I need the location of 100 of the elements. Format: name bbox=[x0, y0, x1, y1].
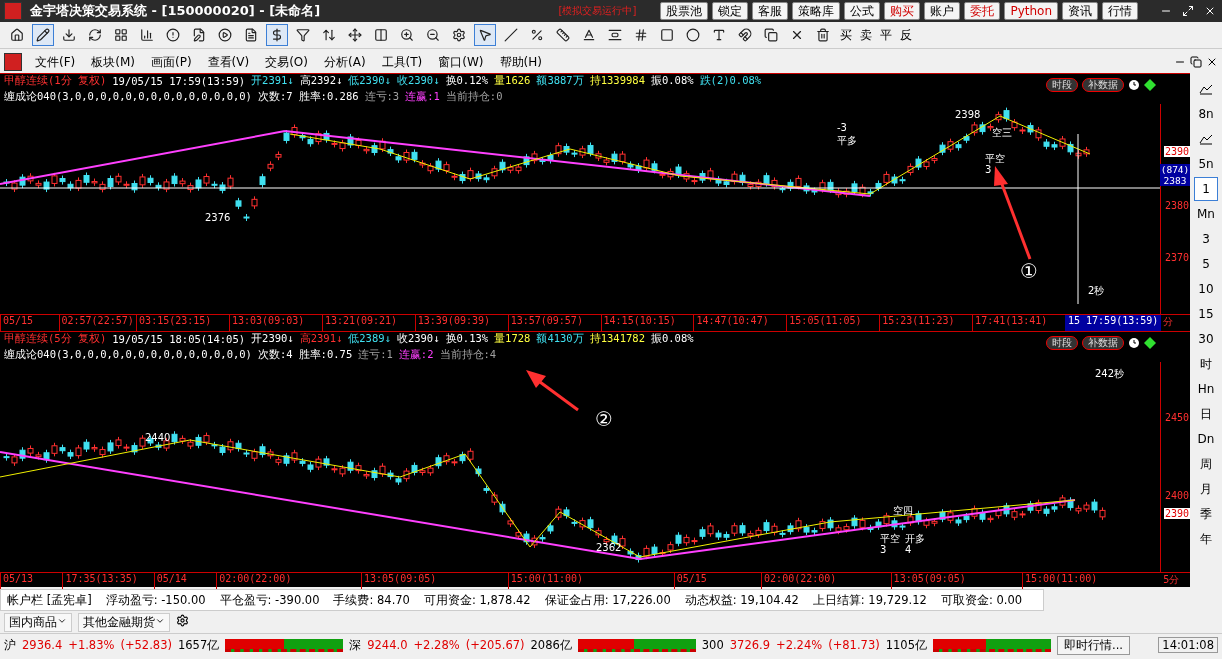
clock-icon[interactable] bbox=[1128, 79, 1140, 91]
clock-icon[interactable] bbox=[1128, 337, 1140, 349]
time-label: 14:15(10:15) bbox=[600, 315, 694, 331]
chart-annotation: 2440 bbox=[145, 432, 171, 443]
account-field: 平仓盈亏: -390.00 bbox=[219, 592, 320, 608]
period-button[interactable]: 季 bbox=[1194, 502, 1218, 526]
market-tab[interactable]: 国内商品 bbox=[4, 612, 72, 632]
period-button[interactable]: 10 bbox=[1194, 277, 1218, 301]
chart-annotation: 空四 bbox=[893, 504, 913, 518]
quote-value: 额3887万 bbox=[536, 74, 584, 88]
title-button[interactable]: Python bbox=[1004, 2, 1058, 20]
datetime-text: 19/05/15 17:59(13:59) bbox=[112, 75, 246, 87]
market-tab[interactable]: 其他金融期货 bbox=[78, 612, 170, 632]
title-button[interactable]: 行情 bbox=[1102, 2, 1138, 20]
pencil-icon[interactable] bbox=[32, 24, 54, 46]
maximize-icon[interactable] bbox=[1180, 3, 1196, 19]
period-button[interactable]: 日 bbox=[1194, 402, 1218, 426]
menu-item[interactable]: 工具(T) bbox=[374, 53, 430, 71]
menu-item[interactable]: 文件(F) bbox=[28, 53, 83, 71]
quote-value: 额4130万 bbox=[536, 332, 584, 346]
menu-item[interactable]: 查看(V) bbox=[200, 53, 257, 71]
title-button[interactable]: 锁定 bbox=[712, 2, 749, 20]
period-button[interactable]: 年 bbox=[1194, 527, 1218, 551]
period-button[interactable]: 月 bbox=[1194, 477, 1218, 501]
period-button[interactable]: Hn bbox=[1194, 377, 1218, 401]
account-field: 浮动盈亏: -150.00 bbox=[105, 592, 206, 608]
quote-value: 收2390↓ bbox=[396, 74, 440, 88]
index-name: 沪 bbox=[4, 637, 16, 653]
stat-value: 当前持仓:4 bbox=[439, 348, 497, 362]
chart-annotation: 空三 bbox=[992, 126, 1012, 140]
account-field: 手续费: 84.70 bbox=[333, 592, 410, 608]
period-button[interactable]: 时 bbox=[1194, 352, 1218, 376]
panel-button[interactable]: 时段 bbox=[1046, 336, 1078, 350]
quote-value: 低2389↓ bbox=[348, 332, 391, 346]
diamond-icon[interactable] bbox=[1144, 337, 1156, 349]
account-field: 保证金占用: 17,226.00 bbox=[544, 592, 671, 608]
panel-button[interactable]: 时段 bbox=[1046, 78, 1078, 92]
quote-value: 换0.13% bbox=[445, 332, 489, 346]
current-price-tag: 2390 bbox=[1163, 146, 1190, 157]
trade-button[interactable]: 反 bbox=[898, 26, 914, 44]
title-button[interactable]: 资讯 bbox=[1062, 2, 1098, 20]
menu-item[interactable]: 画面(P) bbox=[144, 53, 199, 71]
menu-item[interactable]: 窗口(W) bbox=[431, 53, 491, 71]
chart-annotation: 平空 bbox=[985, 152, 1005, 165]
quote-value: 收2390↓ bbox=[396, 332, 440, 346]
period-button[interactable]: 5n bbox=[1194, 152, 1218, 176]
quote-value: 高2392↓ bbox=[299, 74, 343, 88]
period-button[interactable]: Dn bbox=[1194, 427, 1218, 451]
trade-button[interactable]: 买 bbox=[838, 26, 854, 44]
quote-button[interactable]: 即时行情... bbox=[1057, 635, 1130, 655]
stat-value: 次数:7 bbox=[257, 90, 293, 104]
title-button[interactable]: 股票池 bbox=[660, 2, 709, 20]
dollar-icon[interactable] bbox=[266, 24, 288, 46]
period-button[interactable]: 15 bbox=[1194, 302, 1218, 326]
chart-annotation: 2376 bbox=[205, 212, 231, 223]
cursor-price-tag: (874) 2383 bbox=[1160, 164, 1190, 186]
diamond-icon[interactable] bbox=[1144, 79, 1156, 91]
price-label: 2400 bbox=[1164, 490, 1189, 501]
quote-value: 开2390↓ bbox=[251, 332, 294, 346]
quote-value: 持1341782 bbox=[589, 332, 645, 346]
settings-icon[interactable] bbox=[176, 614, 189, 630]
menu-item[interactable]: 分析(A) bbox=[317, 53, 373, 71]
period-button[interactable]: 5 bbox=[1194, 252, 1218, 276]
chart-annotation: 2秒 bbox=[1088, 284, 1105, 298]
period-button[interactable]: 8n bbox=[1194, 102, 1218, 126]
app-logo-icon bbox=[4, 53, 22, 71]
menu-item[interactable]: 交易(O) bbox=[258, 53, 315, 71]
stat-value: 胜率:0.286 bbox=[298, 90, 359, 104]
quote-value: 跌(2)0.08% bbox=[699, 74, 762, 88]
menu-item[interactable]: 板块(M) bbox=[84, 53, 142, 71]
indicator-name: 缠成论040(3,0,0,0,0,0,0,0,0,0,0,0,0,0,0) bbox=[4, 348, 252, 362]
period-button[interactable]: 3 bbox=[1194, 227, 1218, 251]
quote-value: 量1728 bbox=[494, 332, 531, 346]
trade-button[interactable]: 卖 bbox=[858, 26, 874, 44]
symbol-name: 甲醇连续(5分 复权) bbox=[4, 332, 107, 346]
menu-item[interactable]: 帮助(H) bbox=[492, 53, 549, 71]
title-button[interactable]: 账户 bbox=[924, 2, 961, 20]
chart-annotation: 开多 bbox=[905, 532, 925, 545]
title-button[interactable]: 购买 bbox=[884, 2, 921, 20]
panel-button[interactable]: 补数据 bbox=[1082, 78, 1124, 92]
symbol-name: 甲醇连续(1分 复权) bbox=[4, 74, 107, 88]
time-label: 15:23(11:23) bbox=[879, 315, 973, 331]
title-button[interactable]: 委托 bbox=[964, 2, 1001, 20]
stat-value: 连赢:1 bbox=[405, 90, 440, 104]
chart-annotation: ② bbox=[595, 407, 613, 431]
title-button[interactable]: 策略库 bbox=[792, 2, 841, 20]
trade-button[interactable]: 平 bbox=[878, 26, 894, 44]
title-button[interactable]: 客服 bbox=[752, 2, 789, 20]
panel-button[interactable]: 补数据 bbox=[1082, 336, 1124, 350]
period-button[interactable]: 30 bbox=[1194, 327, 1218, 351]
title-button[interactable]: 公式 bbox=[844, 2, 881, 20]
quote-value: 振0.08% bbox=[650, 74, 694, 88]
quote-value: 持1339984 bbox=[589, 74, 645, 88]
pointer-icon[interactable] bbox=[474, 24, 496, 46]
chart-annotation: -3 bbox=[837, 122, 847, 133]
index-value: 9244.0 bbox=[367, 638, 408, 652]
arrow-drawing bbox=[526, 370, 579, 412]
period-button[interactable]: 1 bbox=[1194, 177, 1218, 201]
period-button[interactable]: Mn bbox=[1194, 202, 1218, 226]
period-button[interactable]: 周 bbox=[1194, 452, 1218, 476]
